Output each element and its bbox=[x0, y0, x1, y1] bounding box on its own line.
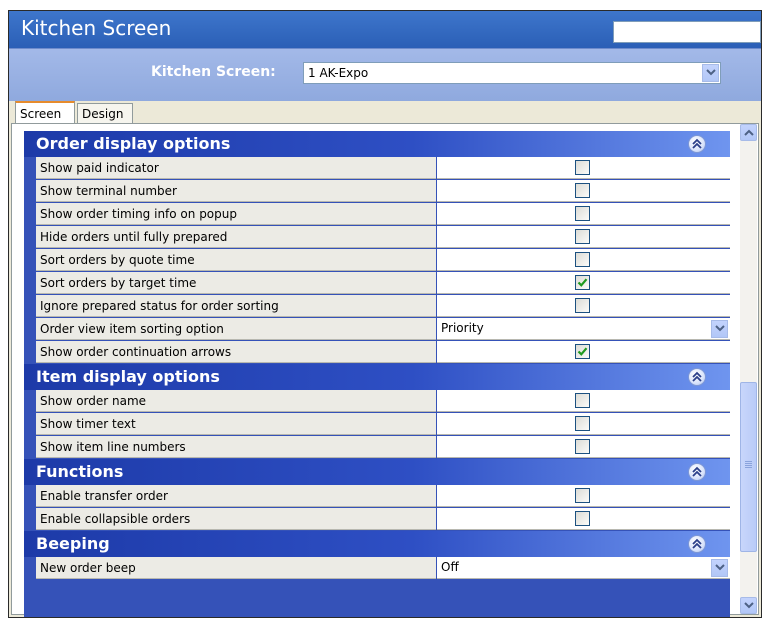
title-search-field[interactable] bbox=[613, 21, 761, 43]
property-value bbox=[437, 508, 730, 530]
property-dropdown[interactable]: Off bbox=[437, 557, 730, 579]
property-row: Sort orders by target time bbox=[36, 272, 730, 295]
checkbox[interactable] bbox=[575, 252, 590, 267]
screen-tab-panel: Order display options Show paid indicator… bbox=[11, 123, 759, 617]
double-chevron-up-icon[interactable] bbox=[688, 463, 706, 481]
window-title: Kitchen Screen bbox=[21, 16, 172, 40]
property-row: Show timer text bbox=[36, 413, 730, 436]
property-row: Show terminal number bbox=[36, 180, 730, 203]
title-bar: Kitchen Screen bbox=[9, 11, 761, 48]
property-label: Show timer text bbox=[36, 413, 436, 435]
dropdown-value: Off bbox=[441, 560, 459, 574]
checkbox[interactable] bbox=[575, 298, 590, 313]
property-label: Show item line numbers bbox=[36, 436, 436, 458]
property-label: Show order timing info on popup bbox=[36, 203, 436, 225]
checkbox[interactable] bbox=[575, 439, 590, 454]
property-row: Hide orders until fully prepared bbox=[36, 226, 730, 249]
property-row: Enable transfer order bbox=[36, 485, 730, 508]
property-value bbox=[437, 226, 730, 248]
property-value bbox=[437, 203, 730, 225]
property-row: New order beep Off bbox=[36, 557, 730, 580]
property-value bbox=[437, 180, 730, 202]
checkbox[interactable] bbox=[575, 229, 590, 244]
property-value bbox=[437, 341, 730, 363]
checkbox[interactable] bbox=[575, 206, 590, 221]
property-row: Show paid indicator bbox=[36, 157, 730, 180]
property-row: Ignore prepared status for order sorting bbox=[36, 295, 730, 318]
chevron-down-icon[interactable] bbox=[711, 559, 728, 577]
checkbox[interactable] bbox=[575, 160, 590, 175]
property-label: Show terminal number bbox=[36, 180, 436, 202]
property-label: Enable transfer order bbox=[36, 485, 436, 507]
section-header[interactable]: Functions bbox=[24, 459, 730, 485]
kitchen-screen-select[interactable]: 1 AK-Expo bbox=[303, 62, 721, 84]
scroll-down-button[interactable] bbox=[740, 597, 757, 614]
property-row: Show order timing info on popup bbox=[36, 203, 730, 226]
property-value bbox=[437, 249, 730, 271]
property-value bbox=[437, 485, 730, 507]
chevron-down-icon[interactable] bbox=[702, 64, 719, 82]
checkbox[interactable] bbox=[575, 488, 590, 503]
property-row: Enable collapsible orders bbox=[36, 508, 730, 531]
checkbox[interactable] bbox=[575, 183, 590, 198]
section-header[interactable]: Item display options bbox=[24, 364, 730, 390]
property-row: Order view item sorting option Priority bbox=[36, 318, 730, 341]
scrollbar-thumb[interactable] bbox=[740, 382, 757, 552]
property-value bbox=[437, 390, 730, 412]
section-title: Beeping bbox=[36, 534, 110, 553]
property-row: Show order name bbox=[36, 390, 730, 413]
kitchen-screen-window: Kitchen Screen Kitchen Screen: 1 AK-Expo… bbox=[8, 10, 762, 618]
property-label: Show order name bbox=[36, 390, 436, 412]
scroll-up-button[interactable] bbox=[740, 124, 757, 141]
kitchen-screen-select-value: 1 AK-Expo bbox=[308, 66, 369, 80]
property-label: Enable collapsible orders bbox=[36, 508, 436, 530]
kitchen-screen-label: Kitchen Screen: bbox=[151, 64, 276, 80]
property-label: Show paid indicator bbox=[36, 157, 436, 179]
tab-design[interactable]: Design bbox=[77, 103, 133, 123]
checkbox[interactable] bbox=[575, 511, 590, 526]
checkbox[interactable] bbox=[575, 416, 590, 431]
property-row: Show order continuation arrows bbox=[36, 341, 730, 364]
property-row: Sort orders by quote time bbox=[36, 249, 730, 272]
property-value bbox=[437, 157, 730, 179]
section-header[interactable]: Beeping bbox=[24, 531, 730, 557]
tab-screen[interactable]: Screen bbox=[15, 101, 75, 125]
selector-bar: Kitchen Screen: 1 AK-Expo bbox=[9, 48, 761, 101]
property-label: Ignore prepared status for order sorting bbox=[36, 295, 436, 317]
property-dropdown[interactable]: Priority bbox=[437, 318, 730, 340]
section-title: Functions bbox=[36, 462, 124, 481]
double-chevron-up-icon[interactable] bbox=[688, 535, 706, 553]
checkbox[interactable] bbox=[575, 393, 590, 408]
double-chevron-up-icon[interactable] bbox=[688, 368, 706, 386]
property-row: Show item line numbers bbox=[36, 436, 730, 459]
section-header[interactable]: Order display options bbox=[24, 131, 730, 157]
property-label: Sort orders by target time bbox=[36, 272, 436, 294]
property-label: New order beep bbox=[36, 557, 436, 579]
dropdown-value: Priority bbox=[441, 321, 484, 335]
property-grid: Order display options Show paid indicator… bbox=[24, 131, 730, 617]
section-title: Item display options bbox=[36, 367, 220, 386]
chevron-down-icon[interactable] bbox=[711, 320, 728, 338]
property-label: Show order continuation arrows bbox=[36, 341, 436, 363]
property-label: Sort orders by quote time bbox=[36, 249, 436, 271]
double-chevron-up-icon[interactable] bbox=[688, 135, 706, 153]
checkbox-checked[interactable] bbox=[575, 344, 590, 359]
property-value bbox=[437, 436, 730, 458]
property-value bbox=[437, 413, 730, 435]
checkbox-checked[interactable] bbox=[575, 275, 590, 290]
property-label: Order view item sorting option bbox=[36, 318, 436, 340]
property-value bbox=[437, 295, 730, 317]
section-title: Order display options bbox=[36, 134, 231, 153]
vertical-scrollbar[interactable] bbox=[740, 124, 757, 614]
property-value bbox=[437, 272, 730, 294]
property-label: Hide orders until fully prepared bbox=[36, 226, 436, 248]
